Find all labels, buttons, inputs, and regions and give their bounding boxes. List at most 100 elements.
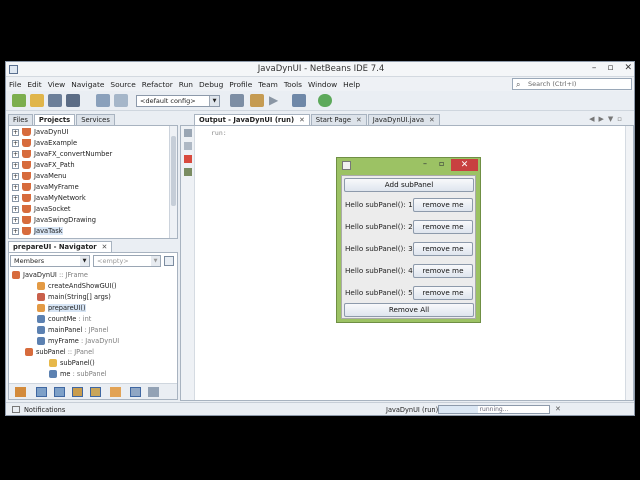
app-maximize-button[interactable]: ▫ bbox=[439, 159, 444, 168]
menu-tools[interactable]: Tools bbox=[284, 80, 302, 89]
navigator-row[interactable]: createAndShowGUI() bbox=[37, 281, 117, 292]
notifications-icon[interactable] bbox=[12, 406, 20, 413]
maximize-button[interactable]: ▫ bbox=[607, 63, 613, 73]
menu-source[interactable]: Source bbox=[110, 80, 135, 89]
menu-navigate[interactable]: Navigate bbox=[71, 80, 104, 89]
search-placeholder: Search (Ctrl+I) bbox=[528, 80, 577, 88]
tree-item[interactable]: + JavaMyNetwork bbox=[12, 193, 86, 203]
menu-window[interactable]: Window bbox=[308, 80, 337, 89]
filter-inherited-icon[interactable] bbox=[72, 387, 83, 397]
menu-profile[interactable]: Profile bbox=[229, 80, 252, 89]
navigator-options-icon[interactable] bbox=[164, 256, 174, 266]
remove-me-button[interactable]: remove me bbox=[413, 286, 473, 300]
tree-item[interactable]: + JavaSwingDrawing bbox=[12, 215, 96, 225]
close-button[interactable]: ✕ bbox=[624, 63, 632, 73]
menu-refactor[interactable]: Refactor bbox=[142, 80, 173, 89]
filter-nonpublic-icon[interactable] bbox=[54, 387, 65, 397]
close-icon[interactable]: ✕ bbox=[299, 116, 305, 124]
close-icon[interactable]: ✕ bbox=[429, 116, 435, 124]
stop-icon[interactable] bbox=[184, 155, 192, 163]
redo-icon[interactable] bbox=[114, 94, 128, 107]
expand-icon[interactable]: + bbox=[12, 150, 19, 158]
menu-help[interactable]: Help bbox=[343, 80, 360, 89]
new-project-icon[interactable] bbox=[30, 94, 44, 107]
empty-select[interactable]: <empty> ▼ bbox=[93, 255, 161, 267]
remove-me-button[interactable]: remove me bbox=[413, 220, 473, 234]
cancel-task-icon[interactable]: ✕ bbox=[555, 405, 561, 413]
expand-icon[interactable]: + bbox=[12, 227, 19, 235]
save-all-icon[interactable] bbox=[66, 94, 80, 107]
navigator-row[interactable]: prepareUI() bbox=[37, 303, 86, 314]
output-settings-icon[interactable] bbox=[184, 168, 192, 176]
inner-class-icon bbox=[25, 348, 33, 356]
expand-icon[interactable]: + bbox=[12, 205, 19, 213]
navigator-row[interactable]: subPanel() bbox=[49, 358, 95, 369]
config-select[interactable]: <default config> ▼ bbox=[136, 95, 220, 107]
menu-edit[interactable]: Edit bbox=[27, 80, 41, 89]
remove-all-button[interactable]: Remove All bbox=[344, 303, 474, 317]
menu-team[interactable]: Team bbox=[258, 80, 278, 89]
close-icon[interactable]: ✕ bbox=[102, 243, 108, 251]
expand-icon[interactable]: + bbox=[12, 139, 19, 147]
tree-item[interactable]: + JavaFX_convertNumber bbox=[12, 149, 112, 159]
tree-item[interactable]: + JavaTask bbox=[12, 226, 63, 236]
undo-icon[interactable] bbox=[96, 94, 110, 107]
clean-build-icon[interactable] bbox=[250, 94, 264, 107]
remove-me-button[interactable]: remove me bbox=[413, 242, 473, 256]
search-input[interactable]: ⌕ Search (Ctrl+I) bbox=[512, 78, 632, 90]
navigator-row[interactable]: subPanel :: JPanel bbox=[25, 347, 94, 358]
tree-item[interactable]: + JavaFX_Path bbox=[12, 160, 75, 170]
open-project-icon[interactable] bbox=[48, 94, 62, 107]
members-select[interactable]: Members ▼ bbox=[10, 255, 90, 267]
menu-debug[interactable]: Debug bbox=[199, 80, 223, 89]
navigator-row[interactable]: JavaDynUI :: JFrame bbox=[12, 270, 88, 281]
window-title: JavaDynUI - NetBeans IDE 7.4 bbox=[257, 64, 385, 74]
debug-icon[interactable] bbox=[292, 94, 306, 107]
tree-item[interactable]: + JavaMenu bbox=[12, 171, 67, 181]
expand-icon[interactable]: + bbox=[12, 128, 19, 136]
navigator-row[interactable]: me : subPanel bbox=[49, 369, 107, 380]
expand-icon[interactable]: + bbox=[12, 183, 19, 191]
tree-item[interactable]: + JavaMyFrame bbox=[12, 182, 79, 192]
navigator-row[interactable]: myFrame : JavaDynUI bbox=[37, 336, 119, 347]
menu-run[interactable]: Run bbox=[179, 80, 193, 89]
tree-item[interactable]: + JavaSocket bbox=[12, 204, 71, 214]
menu-file[interactable]: File bbox=[9, 80, 21, 89]
close-icon[interactable]: ✕ bbox=[356, 116, 362, 124]
remove-me-button[interactable]: remove me bbox=[413, 198, 473, 212]
app-minimize-button[interactable]: – bbox=[423, 159, 427, 168]
scrollbar-thumb[interactable] bbox=[171, 136, 176, 206]
notifications-label[interactable]: Notifications bbox=[24, 406, 65, 414]
output-scrollbar[interactable] bbox=[625, 126, 633, 400]
run-icon[interactable]: ▶ bbox=[269, 94, 283, 107]
navigator-row[interactable]: mainPanel : JPanel bbox=[37, 325, 108, 336]
constructor-icon bbox=[49, 359, 57, 367]
scrollbar[interactable] bbox=[169, 126, 177, 238]
filter-methods-icon[interactable] bbox=[110, 387, 121, 397]
rerun-icon[interactable] bbox=[184, 129, 192, 137]
navigator-row[interactable]: countMe : int bbox=[37, 314, 91, 325]
tree-item[interactable]: + JavaDynUI bbox=[12, 127, 68, 137]
build-hammer-icon[interactable] bbox=[230, 94, 244, 107]
expand-icon[interactable]: + bbox=[12, 161, 19, 169]
app-close-button[interactable]: ✕ bbox=[451, 159, 478, 171]
menu-view[interactable]: View bbox=[48, 80, 66, 89]
sort-source-icon[interactable] bbox=[148, 387, 159, 397]
profile-icon[interactable] bbox=[318, 94, 332, 107]
add-subpanel-button[interactable]: Add subPanel bbox=[344, 178, 474, 192]
minimize-button[interactable]: – bbox=[592, 63, 597, 73]
expand-icon[interactable]: + bbox=[12, 172, 19, 180]
expand-icon[interactable]: + bbox=[12, 216, 19, 224]
navigator-row[interactable]: main(String[] args) bbox=[37, 292, 111, 303]
editor-tab-nav[interactable]: ◀▶▼▫ bbox=[589, 115, 626, 123]
tree-item[interactable]: + JavaExample bbox=[12, 138, 77, 148]
filter-static-icon[interactable] bbox=[36, 387, 47, 397]
method-icon bbox=[37, 304, 45, 312]
sort-alpha-icon[interactable] bbox=[130, 387, 141, 397]
expand-icon[interactable]: + bbox=[12, 194, 19, 202]
filter-members-icon[interactable] bbox=[90, 387, 101, 397]
remove-me-button[interactable]: remove me bbox=[413, 264, 473, 278]
rerun-params-icon[interactable] bbox=[184, 142, 192, 150]
new-file-icon[interactable] bbox=[12, 94, 26, 107]
filter-fields-icon[interactable] bbox=[15, 387, 26, 397]
